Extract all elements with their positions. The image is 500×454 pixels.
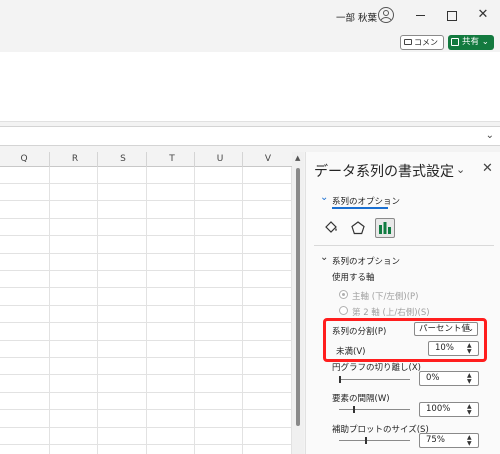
gap-width-label: 要素の間隔(W)	[332, 394, 390, 404]
title-bar: 一部 秋葉 ✕	[0, 0, 500, 32]
series-options-section-header[interactable]: 系列のオプション	[320, 252, 400, 267]
pane-options-chevron-icon[interactable]: ⌄	[456, 163, 465, 176]
column-header-s[interactable]: S	[97, 152, 148, 167]
worksheet-grid[interactable]: Q R S T U V	[0, 152, 292, 454]
share-button-label: 共有 ⌄	[462, 37, 489, 47]
share-icon	[451, 38, 459, 46]
table-row[interactable]	[0, 306, 292, 324]
gap-width-value: 100%	[426, 404, 451, 414]
vertical-scrollbar[interactable]: ▲	[292, 152, 304, 454]
plot-size-spinner[interactable]: 75% ▲ ▼	[419, 433, 479, 448]
table-row[interactable]	[0, 358, 292, 376]
tab-underline	[332, 207, 388, 209]
user-avatar-icon[interactable]	[378, 7, 394, 23]
primary-axis-radio[interactable]	[339, 290, 348, 299]
spinner-arrows-icon[interactable]: ▲ ▼	[467, 372, 475, 385]
minimize-icon[interactable]	[412, 7, 430, 23]
table-row[interactable]	[0, 324, 292, 341]
gap-width-spinner[interactable]: 100% ▲ ▼	[419, 402, 479, 417]
table-row[interactable]	[0, 289, 292, 306]
scroll-up-icon[interactable]: ▲	[295, 154, 300, 162]
format-data-series-pane: データ系列の書式設定 ⌄ ✕ 系列のオプション 系列のオプション 使用する軸 主…	[305, 152, 500, 454]
gap-width-slider[interactable]	[339, 406, 410, 413]
column-header-q[interactable]: Q	[0, 152, 49, 167]
pie-explosion-label: 円グラフの切り離し(X)	[332, 363, 421, 373]
pie-explosion-slider[interactable]	[339, 376, 410, 383]
table-row[interactable]	[0, 411, 292, 428]
table-row[interactable]	[0, 428, 292, 445]
user-name: 一部 秋葉	[336, 13, 378, 24]
maximize-icon[interactable]	[443, 7, 461, 23]
scrollbar-thumb[interactable]	[296, 168, 300, 426]
highlight-box	[323, 318, 487, 362]
column-headers: Q R S T U V	[0, 152, 292, 167]
fill-line-icon[interactable]	[321, 218, 341, 238]
table-row[interactable]	[0, 219, 292, 237]
pane-divider	[314, 245, 494, 246]
comment-icon	[404, 39, 412, 45]
axis-label: 使用する軸	[332, 273, 375, 283]
column-header-u[interactable]: U	[194, 152, 245, 167]
column-header-r[interactable]: R	[49, 152, 100, 167]
spinner-arrows-icon[interactable]: ▲ ▼	[467, 403, 475, 416]
pie-explosion-spinner[interactable]: 0% ▲ ▼	[419, 371, 479, 386]
slider-thumb[interactable]	[339, 376, 341, 383]
series-options-bar-chart-icon[interactable]	[375, 218, 395, 238]
effects-pentagon-icon[interactable]	[348, 218, 368, 238]
table-row[interactable]	[0, 167, 292, 184]
table-row[interactable]	[0, 184, 292, 202]
table-row[interactable]	[0, 202, 292, 219]
table-row[interactable]	[0, 254, 292, 271]
slider-thumb[interactable]	[353, 406, 355, 413]
table-row[interactable]	[0, 237, 292, 254]
primary-axis-label: 主軸 (下/左側)(P)	[352, 292, 419, 302]
table-row[interactable]	[0, 393, 292, 411]
close-window-icon[interactable]: ✕	[474, 7, 492, 23]
plot-size-value: 75%	[426, 435, 445, 445]
formula-bar[interactable]: ⌄	[0, 126, 500, 146]
expand-formula-bar-icon[interactable]: ⌄	[486, 130, 494, 141]
secondary-axis-label: 第 2 軸 (上/右側)(S)	[352, 308, 430, 318]
column-header-t[interactable]: T	[146, 152, 197, 167]
plot-size-slider[interactable]	[339, 437, 410, 444]
table-row[interactable]	[0, 376, 292, 393]
ribbon	[0, 52, 500, 122]
comment-button[interactable]: コメント	[400, 35, 444, 60]
slider-thumb[interactable]	[365, 437, 367, 444]
secondary-axis-radio[interactable]	[339, 306, 348, 315]
table-row[interactable]	[0, 445, 292, 454]
pane-title: データ系列の書式設定	[314, 164, 454, 180]
pie-explosion-value: 0%	[426, 373, 440, 383]
share-button[interactable]: 共有 ⌄	[448, 35, 494, 50]
plot-size-label: 補助プロットのサイズ(S)	[332, 425, 429, 435]
pane-close-icon[interactable]: ✕	[482, 161, 493, 176]
table-row[interactable]	[0, 341, 292, 358]
series-options-tab[interactable]: 系列のオプション	[320, 192, 400, 207]
spinner-arrows-icon[interactable]: ▲ ▼	[467, 434, 475, 447]
column-header-v[interactable]: V	[242, 152, 292, 167]
table-row[interactable]	[0, 271, 292, 289]
